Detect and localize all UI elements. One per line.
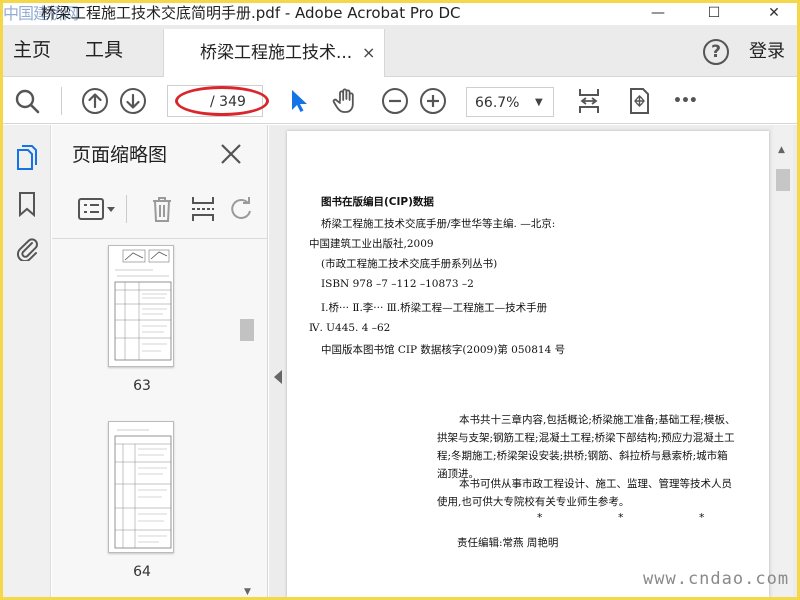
document-view: 图书在版编目(CIP)数据 桥梁工程施工技术交底手册/李世华等主编. —北京: … <box>269 125 797 597</box>
help-icon[interactable]: ? <box>703 39 729 65</box>
left-sidebar-rail <box>3 125 51 597</box>
thumbnail-page-64[interactable] <box>108 421 174 553</box>
thumbnail-scrollbar-thumb[interactable] <box>240 319 254 341</box>
next-page-icon[interactable] <box>119 87 147 115</box>
site-watermark: www.cndao.com <box>643 569 790 589</box>
thumbnail-label-63: 63 <box>133 378 151 394</box>
scroll-down-icon[interactable]: ▼ <box>244 587 251 597</box>
attachments-icon[interactable] <box>15 235 39 261</box>
window-title: 桥梁工程施工技术交底简明手册.pdf - Adobe Acrobat Pro D… <box>41 4 461 22</box>
tab-document-label: 桥梁工程施工技术... <box>200 43 353 63</box>
zoom-level-dropdown[interactable]: 66.7% ▼ <box>466 87 554 117</box>
bookmarks-icon[interactable] <box>15 191 39 217</box>
summary-paragraph: 本书共十三章内容,包括概论;桥梁施工准备;基础工程;模板、拱架与支架;钢筋工程;… <box>437 414 736 480</box>
tab-bar: 主页 工具 桥梁工程施工技术... × ? 登录 <box>3 25 797 77</box>
thumbnail-options-icon[interactable] <box>78 197 116 221</box>
toolbar: / 349 66.7% ▼ ••• <box>3 78 797 124</box>
summary-paragraph: 本书可供从事市政工程设计、施工、监理、管理等技术人员使用,也可供大专院校有关专业… <box>437 478 732 508</box>
chevron-down-icon: ▼ <box>535 97 543 108</box>
cip-line: (市政工程施工技术交底手册系列丛书) <box>321 258 498 270</box>
cip-title: 图书在版编目(CIP)数据 <box>321 196 434 208</box>
cip-line: Ⅳ. U445. 4 –62 <box>309 322 391 334</box>
zoom-in-icon[interactable] <box>419 87 447 115</box>
close-icon[interactable] <box>218 141 244 167</box>
red-highlight-annotation <box>175 86 269 116</box>
thumbnail-preview-63 <box>114 249 172 361</box>
minimize-button[interactable]: — <box>643 3 673 23</box>
pdf-page: 图书在版编目(CIP)数据 桥梁工程施工技术交底手册/李世华等主编. —北京: … <box>287 131 769 597</box>
tab-close-icon[interactable]: × <box>362 41 375 65</box>
cip-line: 中国建筑工业出版社,2009 <box>309 238 434 250</box>
app-window: 中国建桥网 桥梁工程施工技术交底简明手册.pdf - Adobe Acrobat… <box>3 3 797 597</box>
thumbnail-label-64: 64 <box>133 564 151 580</box>
document-scrollbar[interactable]: ▲ <box>773 125 793 597</box>
zoom-out-icon[interactable] <box>381 87 409 115</box>
thumbnail-tools <box>52 181 268 239</box>
panel-title: 页面缩略图 <box>72 144 168 166</box>
thumbnail-scrollbar[interactable] <box>240 243 254 595</box>
tab-home[interactable]: 主页 <box>13 38 51 62</box>
cip-line: 中国版本图书馆 CIP 数据核字(2009)第 050814 号 <box>321 344 566 356</box>
cip-line: Ⅰ.桥··· Ⅱ.李··· Ⅲ.桥梁工程—工程施工—技术手册 <box>321 302 548 314</box>
thumbnail-preview-64 <box>114 429 172 549</box>
zoom-level-value: 66.7% <box>475 95 520 111</box>
tab-document[interactable]: 桥梁工程施工技术... × <box>163 29 385 77</box>
toolbar-divider <box>126 195 127 223</box>
more-tools-icon[interactable]: ••• <box>673 89 698 113</box>
maximize-button[interactable]: ☐ <box>699 3 729 23</box>
fit-page-icon[interactable] <box>575 87 603 115</box>
thumbnail-page-63[interactable] <box>108 245 174 367</box>
collapse-panel-icon[interactable] <box>273 369 283 385</box>
cip-line: 桥梁工程施工技术交底手册/李世华等主编. —北京: <box>321 218 556 230</box>
title-bar: 中国建桥网 桥梁工程施工技术交底简明手册.pdf - Adobe Acrobat… <box>3 3 797 25</box>
rotate-page-icon[interactable] <box>228 197 254 221</box>
hand-tool-icon[interactable] <box>331 87 359 115</box>
search-icon[interactable] <box>13 87 41 115</box>
page-thumbnails-panel: 页面缩略图 63 64 ▼ <box>52 125 268 597</box>
scroll-up-icon[interactable]: ▲ <box>778 145 785 155</box>
full-screen-icon[interactable] <box>625 87 653 115</box>
window-close-button[interactable]: ✕ <box>759 3 789 23</box>
page-thumbnails-icon[interactable] <box>15 145 39 171</box>
tab-tools[interactable]: 工具 <box>85 38 123 62</box>
previous-page-icon[interactable] <box>81 87 109 115</box>
delete-page-icon[interactable] <box>150 195 174 223</box>
separator-stars: * * * <box>537 511 741 524</box>
editor-credit: 责任编辑:常燕 周艳明 <box>457 537 559 549</box>
document-scrollbar-thumb[interactable] <box>776 169 790 191</box>
extract-pages-icon[interactable] <box>190 195 216 223</box>
cip-line: ISBN 978 –7 –112 –10873 –2 <box>321 278 474 290</box>
login-button[interactable]: 登录 <box>749 40 785 64</box>
select-cursor-icon[interactable] <box>285 87 313 115</box>
toolbar-divider <box>61 87 62 115</box>
